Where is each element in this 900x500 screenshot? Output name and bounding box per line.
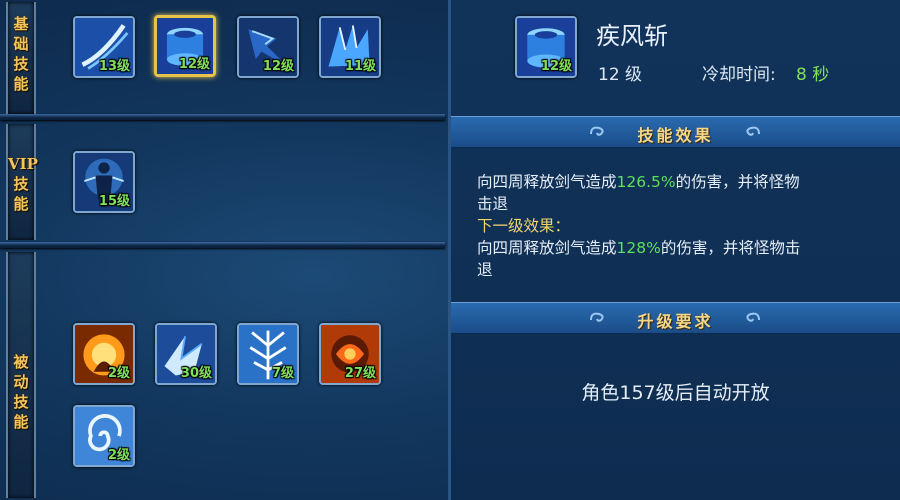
cloud-swirl-icon	[746, 126, 760, 136]
skill-slot-vip-1[interactable]: 15级	[73, 151, 135, 213]
effect-title: 技能效果	[637, 126, 714, 145]
effect-text: 向四周释放剑气造成	[477, 239, 617, 257]
unlock-requirement: 角色157级后自动开放	[581, 382, 770, 404]
effect-text: 向四周释放剑气造成	[477, 173, 617, 191]
section-divider	[0, 114, 445, 120]
effect-text: 的伤害，并将怪物	[675, 173, 800, 191]
skill-level: 27级	[344, 366, 376, 381]
skill-slot-basic-3[interactable]: 12级	[237, 16, 299, 78]
effect-percent: 128%	[616, 239, 661, 257]
selected-skill-icon: 12级	[515, 16, 577, 78]
category-column: 基础技能 VIP技能 被动技能	[0, 0, 44, 500]
effect-line-1: 向四周释放剑气造成126.5%的伤害，并将怪物	[477, 171, 800, 193]
category-label-passive: 被动技能	[13, 353, 29, 431]
category-tab-vip[interactable]: VIP技能	[6, 124, 38, 240]
skill-name: 疾风斩	[596, 22, 668, 50]
skill-screen: 基础技能 VIP技能 被动技能 13级 12级 12级 11级 15级 2级 3…	[0, 0, 900, 500]
cooldown-value: 8 秒	[796, 65, 830, 85]
effect-text: 的伤害，并将怪物击	[660, 239, 801, 257]
skill-level-text: 12 级	[598, 65, 643, 85]
effect-header-band: 技能效果	[451, 116, 900, 148]
skill-level: 7级	[271, 366, 294, 381]
next-level-label: 下一级效果：	[477, 217, 571, 235]
category-label-basic: 基础技能	[13, 15, 29, 93]
cloud-swirl-icon	[746, 312, 760, 322]
skill-slot-passive-5[interactable]: 2级	[73, 405, 135, 467]
skill-slot-passive-4[interactable]: 27级	[319, 323, 381, 385]
skill-level: 12级	[540, 59, 572, 74]
next-effect-line-1: 向四周释放剑气造成128%的伤害，并将怪物击	[477, 237, 800, 259]
skill-level: 13级	[98, 59, 130, 74]
skill-level: 12级	[178, 57, 210, 72]
category-tab-basic[interactable]: 基础技能	[6, 2, 36, 114]
upgrade-title: 升级要求	[637, 312, 714, 331]
skill-level: 30级	[180, 366, 212, 381]
category-label-vip: VIP技能	[8, 155, 38, 213]
cooldown-label: 冷却时间:	[702, 65, 776, 85]
category-tab-passive[interactable]: 被动技能	[6, 252, 36, 498]
skill-level: 12级	[262, 59, 294, 74]
skill-level: 15级	[98, 194, 130, 209]
upgrade-header-band: 升级要求	[451, 302, 900, 334]
skill-slot-passive-2[interactable]: 30级	[155, 323, 217, 385]
skill-level: 2级	[107, 366, 130, 381]
skill-level: 2级	[107, 448, 130, 463]
section-divider	[0, 242, 445, 248]
skill-slot-passive-3[interactable]: 7级	[237, 323, 299, 385]
effect-line-2: 击退	[477, 195, 509, 213]
effect-percent: 126.5%	[616, 173, 676, 191]
next-effect-line-2: 退	[477, 261, 493, 279]
skill-slot-basic-4[interactable]: 11级	[319, 16, 381, 78]
skill-slot-passive-1[interactable]: 2级	[73, 323, 135, 385]
skill-level: 11级	[344, 59, 376, 74]
skill-slot-basic-1[interactable]: 13级	[73, 16, 135, 78]
skill-slot-basic-2[interactable]: 12级	[154, 15, 216, 77]
